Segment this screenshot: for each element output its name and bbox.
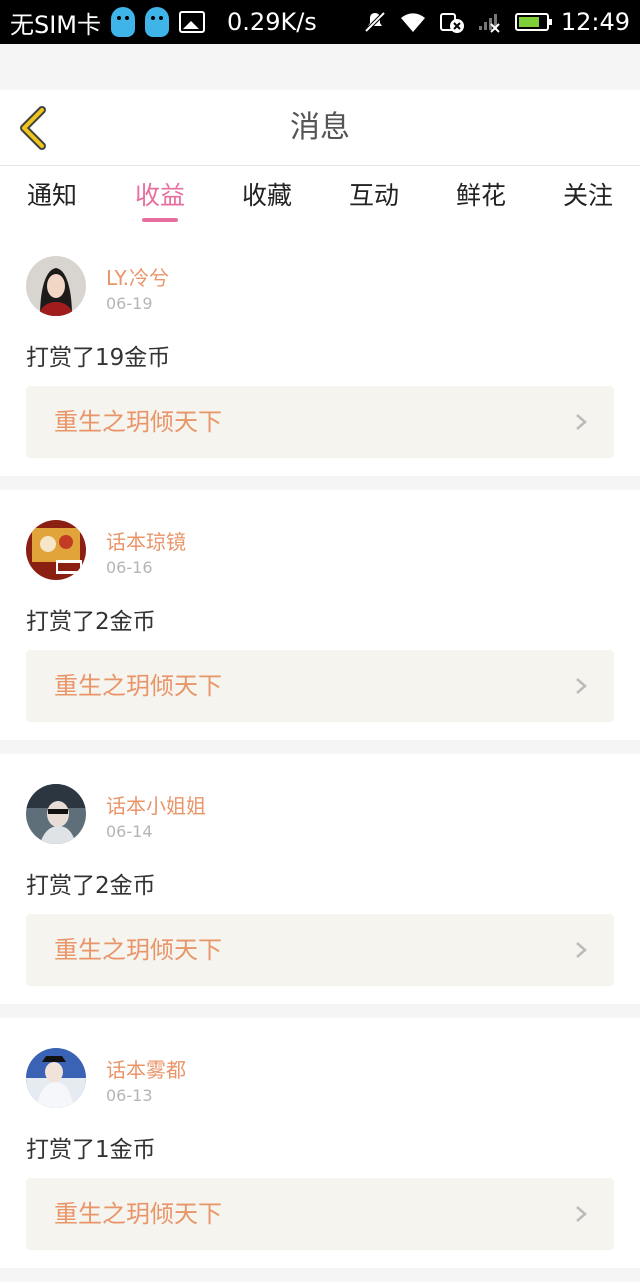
tab-label: 互动	[348, 181, 399, 210]
network-speed: 0.29K/s	[227, 8, 317, 36]
book-title: 重生之玥倾天下	[54, 408, 222, 436]
reward-text: 打赏了1金币	[26, 1137, 156, 1163]
reward-text: 打赏了19金币	[26, 345, 171, 371]
mute-icon	[364, 11, 386, 33]
tab-following[interactable]: 关注	[548, 176, 628, 212]
book-link[interactable]: 重生之玥倾天下	[26, 1178, 614, 1250]
active-tab-indicator	[142, 218, 178, 222]
tab-label: 关注	[562, 181, 613, 210]
app-header: 消息	[0, 90, 640, 166]
user-name[interactable]: 话本小姐姐	[106, 790, 206, 819]
list-item: 话本小姐姐 06-14 打赏了2金币 重生之玥倾天下	[0, 754, 640, 1004]
list-item: 话本雾都 06-13 打赏了1金币 重生之玥倾天下	[0, 1018, 640, 1268]
avatar[interactable]	[26, 520, 86, 580]
message-date: 06-13	[106, 1086, 153, 1105]
status-bar: 无SIM卡 0.29K/s 12:49	[0, 0, 640, 44]
tab-flowers[interactable]: 鲜花	[441, 176, 521, 212]
book-title: 重生之玥倾天下	[54, 672, 222, 700]
tab-notification[interactable]: 通知	[12, 176, 92, 212]
message-date: 06-19	[106, 294, 153, 313]
tab-earnings[interactable]: 收益	[120, 176, 200, 222]
sim-icon	[439, 13, 464, 33]
gallery-icon	[179, 11, 206, 33]
book-title: 重生之玥倾天下	[54, 1200, 222, 1228]
wifi-icon	[400, 13, 425, 32]
tab-favorites[interactable]: 收藏	[227, 176, 307, 212]
page-title: 消息	[290, 110, 350, 145]
list-item: 话本琼镜 06-16 打赏了2金币 重生之玥倾天下	[0, 490, 640, 740]
avatar[interactable]	[26, 784, 86, 844]
user-name[interactable]: LY.冷兮	[106, 262, 169, 291]
chevron-right-icon	[576, 678, 587, 694]
qq-icon	[145, 7, 170, 37]
user-name[interactable]: 话本雾都	[106, 1054, 186, 1083]
carrier-label: 无SIM卡	[10, 10, 102, 39]
message-date: 06-16	[106, 558, 153, 577]
user-name[interactable]: 话本琼镜	[106, 526, 186, 555]
tab-label: 收益	[134, 181, 185, 210]
message-date: 06-14	[106, 822, 153, 841]
back-button[interactable]	[14, 106, 58, 150]
avatar[interactable]	[26, 1048, 86, 1108]
book-link[interactable]: 重生之玥倾天下	[26, 914, 614, 986]
tab-label: 通知	[26, 181, 77, 210]
chevron-right-icon	[576, 1206, 587, 1222]
chevron-right-icon	[576, 414, 587, 430]
back-chevron-icon	[20, 106, 46, 150]
signal-icon	[478, 14, 500, 33]
message-list: LY.冷兮 06-19 打赏了19金币 重生之玥倾天下 话本琼镜 06-16 打…	[0, 226, 640, 1282]
book-title: 重生之玥倾天下	[54, 936, 222, 964]
book-link[interactable]: 重生之玥倾天下	[26, 386, 614, 458]
clock: 12:49	[560, 8, 630, 36]
reward-text: 打赏了2金币	[26, 609, 156, 635]
qq-icon	[111, 7, 136, 37]
tab-label: 收藏	[241, 181, 292, 210]
tab-interaction[interactable]: 互动	[334, 176, 414, 212]
reward-text: 打赏了2金币	[26, 873, 156, 899]
battery-icon	[514, 13, 552, 31]
top-spacer	[0, 44, 640, 90]
chevron-right-icon	[576, 942, 587, 958]
book-link[interactable]: 重生之玥倾天下	[26, 650, 614, 722]
tab-bar: 通知 收益 收藏 互动 鲜花 关注	[0, 166, 640, 226]
list-item: LY.冷兮 06-19 打赏了19金币 重生之玥倾天下	[0, 226, 640, 476]
tab-label: 鲜花	[455, 181, 506, 210]
avatar[interactable]	[26, 256, 86, 316]
